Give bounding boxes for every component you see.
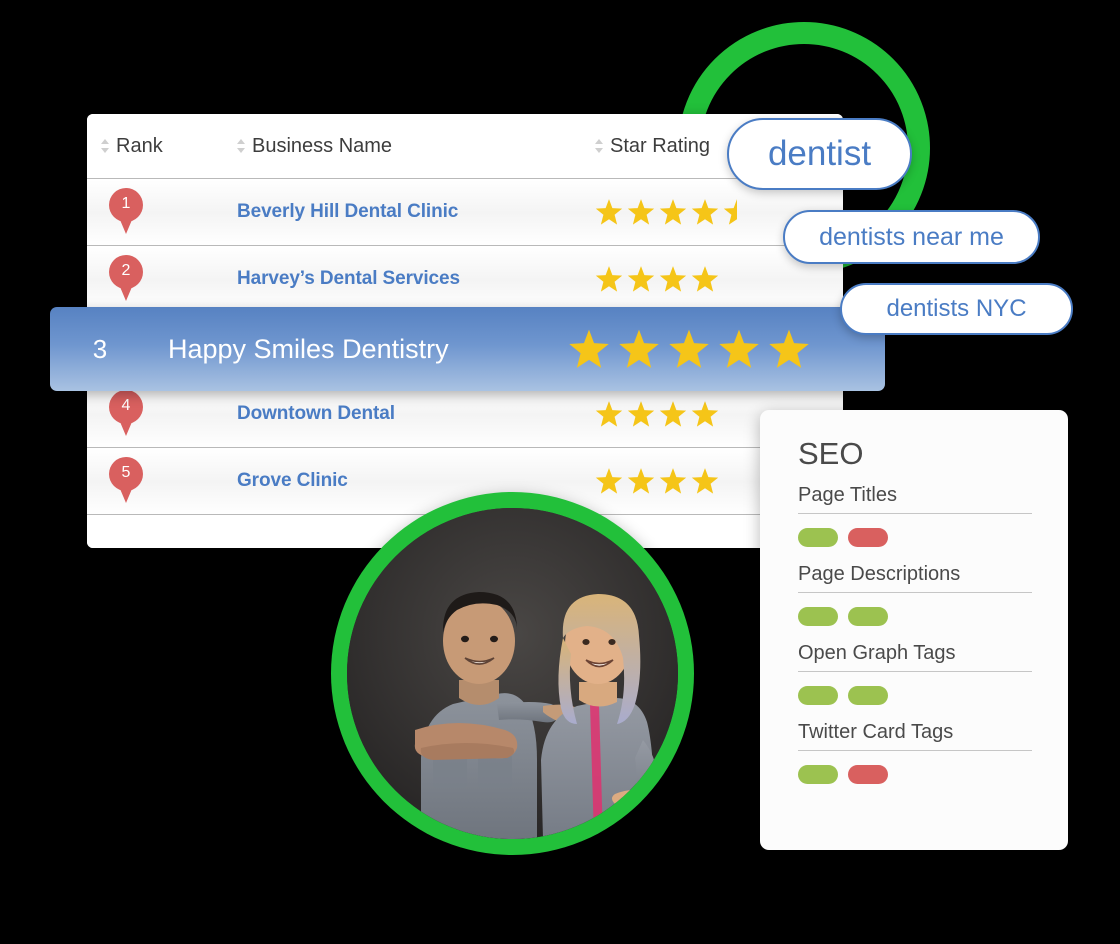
search-suggestion-label: dentists NYC (886, 295, 1027, 322)
rank-number: 5 (121, 464, 131, 481)
rank-number: 1 (121, 195, 131, 212)
star-full-icon (659, 199, 687, 225)
column-header-business-name-label: Business Name (252, 134, 393, 157)
search-suggestion-dentists-nyc[interactable]: dentists NYC (840, 283, 1073, 335)
rank-cell: 1 (87, 178, 227, 246)
rank-number: 4 (121, 397, 131, 414)
star-full-icon (691, 401, 719, 427)
seo-group: Open Graph Tags (798, 642, 1032, 705)
map-pin-icon: 5 (109, 457, 143, 505)
star-full-icon (769, 329, 809, 368)
star-rating (587, 265, 843, 293)
star-full-icon (659, 468, 687, 494)
highlighted-row-star-rating (568, 328, 810, 370)
map-pin-icon: 4 (109, 390, 143, 438)
highlighted-rank-row[interactable]: 3 Happy Smiles Dentistry (50, 307, 885, 391)
highlighted-row-rank: 3 (92, 333, 108, 364)
seo-group: Page Descriptions (798, 563, 1032, 626)
status-pill-red (848, 765, 888, 784)
star-full-icon (669, 329, 709, 368)
business-name-link[interactable]: Harvey’s Dental Services (227, 268, 587, 290)
table-row[interactable]: 2 Harvey’s Dental Services (87, 245, 843, 313)
seo-group: Page Titles (798, 484, 1032, 547)
search-suggestion-label: dentist (767, 134, 872, 173)
status-pill-green (798, 528, 838, 547)
status-pill-green (798, 607, 838, 626)
sort-arrows-icon (595, 138, 604, 154)
business-name-cell: Beverly Hill Dental Clinic (227, 178, 587, 246)
rank-cell: 2 (87, 245, 227, 313)
rank-number: 2 (121, 262, 131, 279)
sort-arrows-icon (237, 138, 246, 154)
seo-group-label: Open Graph Tags (798, 642, 1032, 672)
star-full-icon (595, 199, 623, 225)
business-name-link[interactable]: Beverly Hill Dental Clinic (227, 201, 587, 223)
seo-group-label: Page Titles (798, 484, 1032, 514)
seo-status-pills (798, 528, 1032, 547)
column-header-star-rating-label: Star Rating (610, 134, 711, 157)
composite-illustration: Rank Business Name Star Rating 1 Beverly… (0, 0, 1120, 944)
star-full-icon (659, 266, 687, 292)
seo-panel: SEO Page Titles Page Descriptions Open Gra… (760, 410, 1068, 850)
map-pin-icon: 2 (109, 255, 143, 303)
star-full-icon (691, 199, 719, 225)
status-pill-green (848, 686, 888, 705)
star-full-icon (659, 401, 687, 427)
star-full-icon (595, 266, 623, 292)
seo-status-pills (798, 607, 1032, 626)
column-header-business-name[interactable]: Business Name (227, 114, 587, 179)
search-suggestion-label: dentists near me (819, 222, 1004, 251)
star-full-icon (719, 329, 759, 368)
dentists-photo (347, 508, 678, 839)
star-full-icon (627, 401, 655, 427)
star-full-icon (691, 468, 719, 494)
business-name-cell: Harvey’s Dental Services (227, 245, 587, 313)
star-full-icon (619, 329, 659, 368)
seo-group-list: Page Titles Page Descriptions Open Graph T… (798, 484, 1032, 784)
status-pill-green (848, 607, 888, 626)
star-full-icon (569, 329, 609, 368)
star-half-icon (723, 199, 751, 225)
star-full-icon (595, 468, 623, 494)
seo-status-pills (798, 686, 1032, 705)
map-pin-icon: 1 (109, 188, 143, 236)
dentists-photo-illustration (347, 508, 678, 839)
table-row[interactable]: 1 Beverly Hill Dental Clinic (87, 178, 843, 246)
star-full-icon (627, 266, 655, 292)
seo-status-pills (798, 765, 1032, 784)
seo-group: Twitter Card Tags (798, 721, 1032, 784)
status-pill-red (848, 528, 888, 547)
star-full-icon (691, 266, 719, 292)
star-full-icon (595, 401, 623, 427)
column-header-rank[interactable]: Rank (87, 114, 227, 179)
seo-group-label: Twitter Card Tags (798, 721, 1032, 751)
seo-group-label: Page Descriptions (798, 563, 1032, 593)
star-full-icon (627, 199, 655, 225)
search-suggestion-dentists-near-me[interactable]: dentists near me (783, 210, 1040, 264)
seo-panel-title: SEO (798, 436, 864, 471)
status-pill-green (798, 686, 838, 705)
column-header-rank-label: Rank (116, 134, 163, 157)
sort-arrows-icon (101, 138, 110, 154)
status-pill-green (798, 765, 838, 784)
highlighted-row-business-name: Happy Smiles Dentistry (168, 333, 449, 364)
star-full-icon (627, 468, 655, 494)
dentists-photo-ring (331, 492, 694, 855)
business-name-link[interactable]: Grove Clinic (227, 470, 587, 492)
rank-cell: 5 (87, 447, 227, 515)
search-suggestion-dentist[interactable]: dentist (727, 118, 912, 190)
business-name-link[interactable]: Downtown Dental (227, 403, 587, 425)
